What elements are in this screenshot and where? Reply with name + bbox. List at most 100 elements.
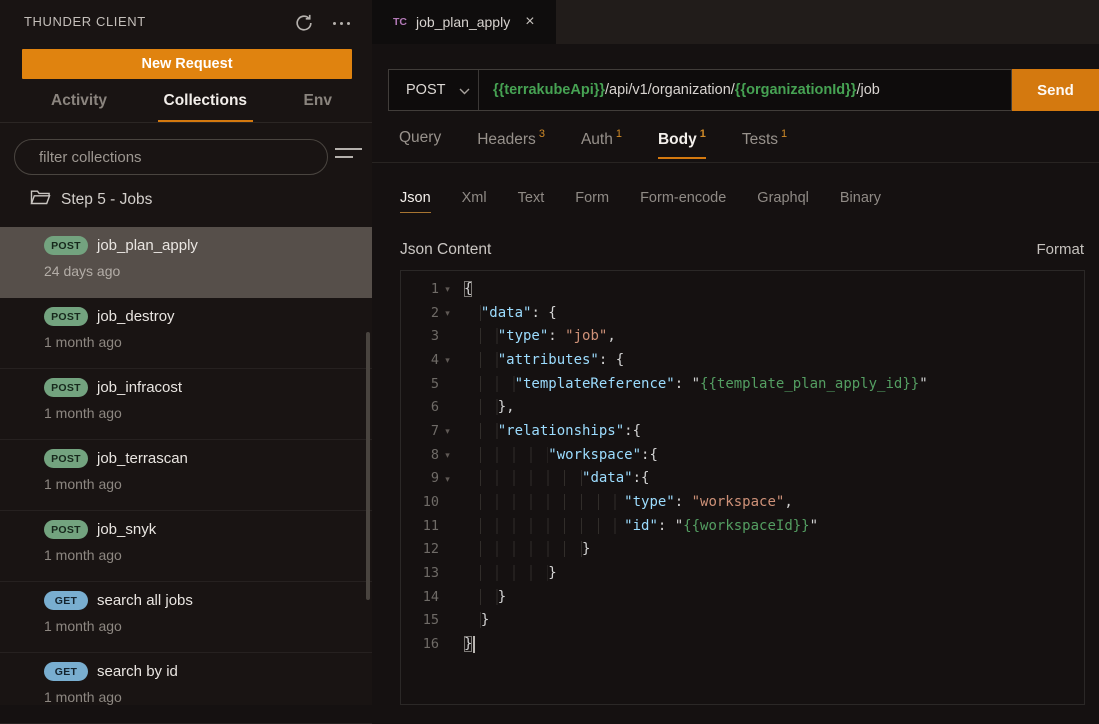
format-button[interactable]: Format	[1036, 241, 1084, 258]
tab-label: Tests	[742, 131, 778, 148]
sidebar-divider	[0, 122, 372, 123]
request-url-input[interactable]: {{terrakubeApi}}/api/v1/organization/{{o…	[479, 82, 880, 98]
code-line-3[interactable]: 3 "type": "job",	[401, 324, 1084, 348]
line-number: 6	[401, 399, 439, 415]
line-number: 5	[401, 376, 439, 392]
request-tab-headers[interactable]: Headers3	[477, 129, 545, 159]
request-name: job_plan_apply	[97, 237, 198, 254]
code-text: "workspace":{	[464, 447, 658, 463]
line-number: 1	[401, 281, 439, 297]
code-line-10[interactable]: 10 "type": "workspace",	[401, 490, 1084, 514]
body-tab-xml[interactable]: Xml	[462, 190, 487, 213]
request-timestamp: 1 month ago	[44, 334, 362, 350]
tab-count-badge: 3	[539, 128, 545, 140]
fold-chevron-icon[interactable]: ▾	[439, 448, 456, 461]
editor-tab-job-plan-apply[interactable]: TC job_plan_apply ×	[372, 0, 556, 44]
tab-count-badge: 1	[700, 128, 706, 140]
request-item-job_plan_apply[interactable]: POSTjob_plan_apply24 days ago	[0, 227, 372, 298]
request-item-job_terrascan[interactable]: POSTjob_terrascan1 month ago	[0, 440, 372, 511]
fold-gutter	[439, 619, 456, 621]
line-number: 4	[401, 352, 439, 368]
line-number: 11	[401, 518, 439, 534]
json-body-editor[interactable]: 1▾{2▾ "data": {3 "type": "job",4▾ "attri…	[400, 270, 1085, 705]
request-item-search-all-jobs[interactable]: GETsearch all jobs1 month ago	[0, 582, 372, 653]
code-line-11[interactable]: 11 "id": "{{workspaceId}}"	[401, 514, 1084, 538]
code-line-15[interactable]: 15 }	[401, 609, 1084, 633]
code-text: "attributes": {	[464, 352, 624, 368]
code-line-16[interactable]: 16}	[401, 632, 1084, 656]
fold-gutter	[439, 572, 456, 574]
request-item-job_infracost[interactable]: POSTjob_infracost1 month ago	[0, 369, 372, 440]
method-select[interactable]: POST	[389, 70, 478, 110]
line-number: 10	[401, 494, 439, 510]
request-item-job_destroy[interactable]: POSTjob_destroy1 month ago	[0, 298, 372, 369]
request-tabs: QueryHeaders3Auth1Body1Tests1	[399, 129, 787, 159]
request-tab-query[interactable]: Query	[399, 129, 441, 159]
code-line-12[interactable]: 12 }	[401, 538, 1084, 562]
code-line-7[interactable]: 7▾ "relationships":{	[401, 419, 1084, 443]
request-tabs-divider	[372, 162, 1099, 163]
body-tab-form-encode[interactable]: Form-encode	[640, 190, 726, 213]
code-line-8[interactable]: 8▾ "workspace":{	[401, 443, 1084, 467]
request-name: job_terrascan	[97, 450, 188, 467]
fold-gutter	[439, 406, 456, 408]
sort-lines-icon	[335, 148, 362, 150]
line-number: 14	[401, 589, 439, 605]
sidebar-tab-env[interactable]: Env	[298, 86, 338, 123]
request-timestamp: 1 month ago	[44, 689, 362, 705]
fold-chevron-icon[interactable]: ▾	[439, 282, 456, 295]
request-timestamp: 1 month ago	[44, 476, 362, 492]
body-tab-binary[interactable]: Binary	[840, 190, 881, 213]
collection-folder[interactable]: Step 5 - Jobs	[0, 183, 372, 217]
fold-chevron-icon[interactable]: ▾	[439, 306, 456, 319]
line-number: 8	[401, 447, 439, 463]
fold-chevron-icon[interactable]: ▾	[439, 472, 456, 485]
fold-chevron-icon[interactable]: ▾	[439, 353, 456, 366]
sidebar-tab-collections[interactable]: Collections	[158, 86, 254, 123]
code-line-13[interactable]: 13 }	[401, 561, 1084, 585]
request-item-search-by-id[interactable]: GETsearch by id1 month ago	[0, 653, 372, 724]
code-line-4[interactable]: 4▾ "attributes": {	[401, 348, 1084, 372]
request-timestamp: 1 month ago	[44, 547, 362, 563]
request-list: POSTjob_plan_apply24 days agoPOSTjob_des…	[0, 227, 372, 724]
body-tab-text[interactable]: Text	[518, 190, 545, 213]
body-tab-json[interactable]: Json	[400, 190, 431, 213]
tab-count-badge: 1	[781, 128, 787, 140]
fold-gutter	[439, 501, 456, 503]
filter-collections-input[interactable]	[14, 139, 328, 175]
chevron-down-icon	[459, 82, 470, 100]
line-number: 12	[401, 541, 439, 557]
new-request-button[interactable]: New Request	[22, 49, 352, 79]
request-item-job_snyk[interactable]: POSTjob_snyk1 month ago	[0, 511, 372, 582]
code-text: "id": "{{workspaceId}}"	[464, 518, 818, 534]
line-number: 2	[401, 305, 439, 321]
sidebar-tabs: Activity Collections Env	[0, 86, 372, 123]
refresh-button[interactable]	[293, 12, 315, 34]
fold-gutter	[439, 643, 456, 645]
code-line-5[interactable]: 5 "templateReference": "{{template_plan_…	[401, 372, 1084, 396]
code-text: "data": {	[464, 305, 557, 321]
fold-chevron-icon[interactable]: ▾	[439, 424, 456, 437]
body-tab-graphql[interactable]: Graphql	[757, 190, 809, 213]
collections-menu-button[interactable]	[335, 148, 363, 166]
sidebar-tab-activity[interactable]: Activity	[45, 86, 113, 123]
line-number: 9	[401, 470, 439, 486]
code-line-2[interactable]: 2▾ "data": {	[401, 301, 1084, 325]
more-actions-button[interactable]	[328, 12, 354, 34]
ellipsis-icon	[333, 22, 336, 25]
code-line-14[interactable]: 14 }	[401, 585, 1084, 609]
request-timestamp: 1 month ago	[44, 618, 362, 634]
sidebar-scrollbar[interactable]	[366, 332, 370, 600]
body-tab-form[interactable]: Form	[575, 190, 609, 213]
request-tab-auth[interactable]: Auth1	[581, 129, 622, 159]
request-tab-body[interactable]: Body1	[658, 129, 706, 159]
code-line-6[interactable]: 6 },	[401, 395, 1084, 419]
code-text: {	[464, 281, 472, 297]
code-line-9[interactable]: 9▾ "data":{	[401, 467, 1084, 491]
request-tab-tests[interactable]: Tests1	[742, 129, 787, 159]
tab-close-icon[interactable]: ×	[525, 14, 534, 30]
code-text: "relationships":{	[464, 423, 641, 439]
line-number: 13	[401, 565, 439, 581]
send-button[interactable]: Send	[1012, 69, 1099, 111]
code-line-1[interactable]: 1▾ {	[401, 277, 1084, 301]
